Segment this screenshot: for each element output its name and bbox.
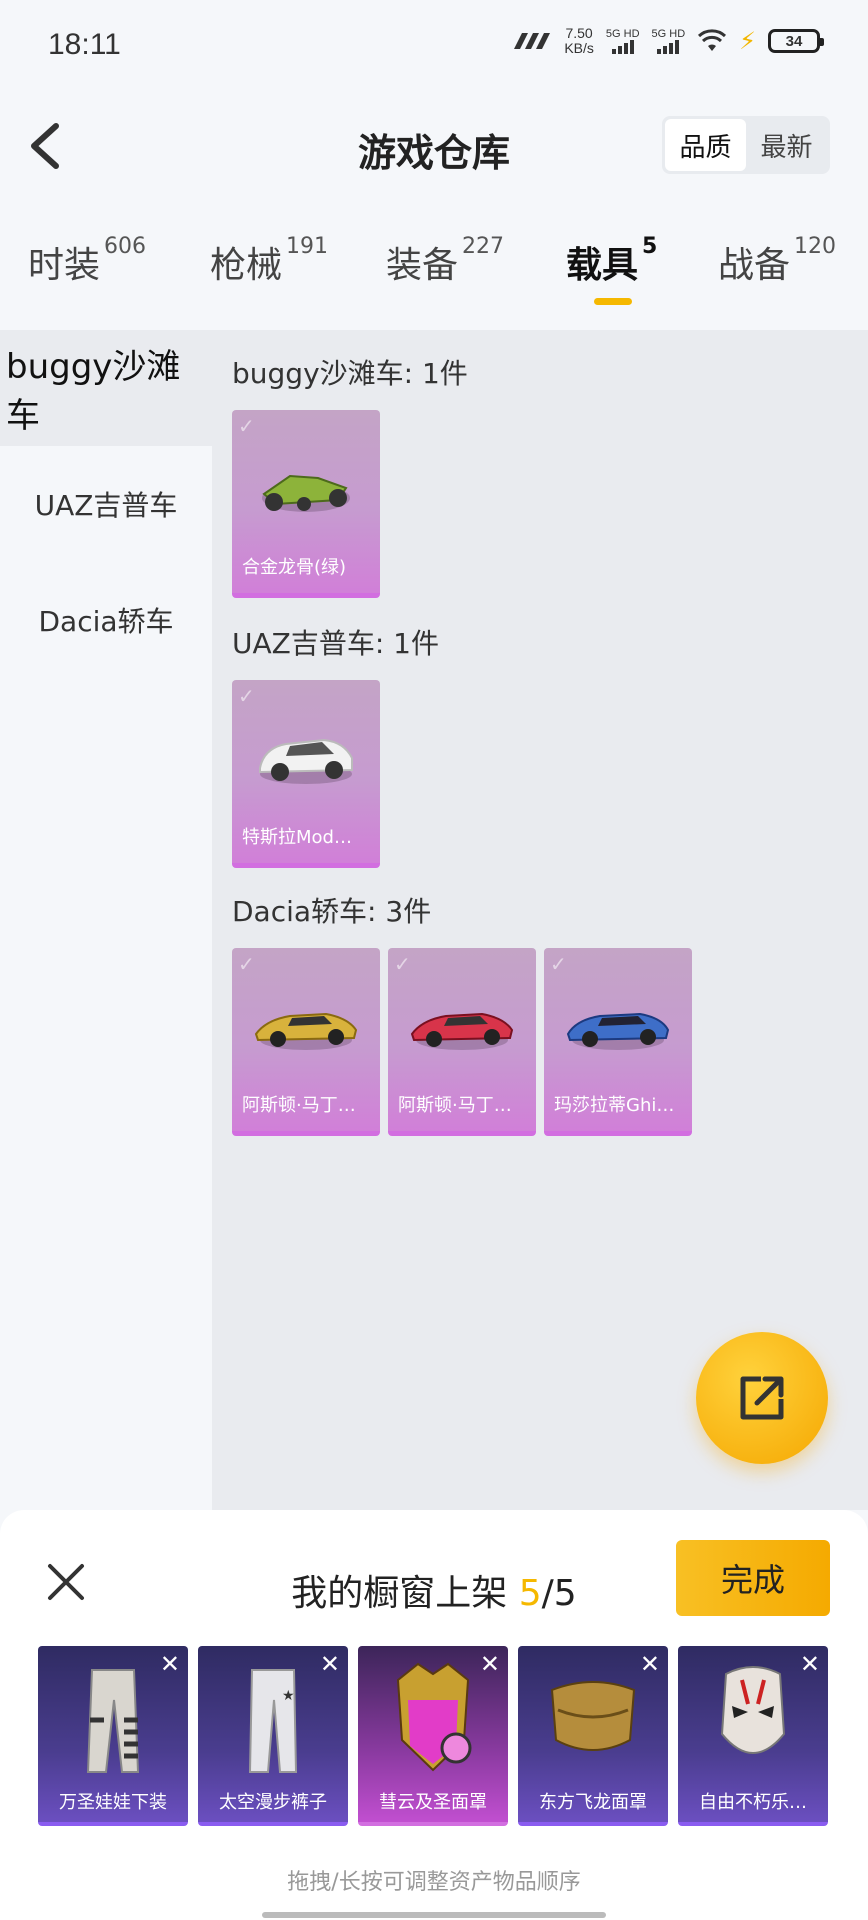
suv-image	[259, 738, 353, 784]
mask-icon	[396, 1662, 472, 1772]
signal-sim2: 5G HD	[651, 28, 686, 54]
sidebar-item-buggy[interactable]: buggy沙滩车	[0, 330, 212, 446]
showcase-item-name: 太空漫步裤子	[219, 1792, 327, 1813]
status-time: 18:11	[48, 28, 121, 61]
check-icon: ✓	[550, 952, 567, 976]
vehicle-name: 阿斯顿·马丁…	[242, 1095, 356, 1116]
showcase-count-current: 5	[518, 1573, 542, 1614]
showcase-item[interactable]: ✕ 彗云及圣面罩	[358, 1646, 508, 1826]
remove-item-icon[interactable]: ✕	[320, 1650, 340, 1678]
tab-count: 227	[462, 234, 505, 259]
vehicle-card[interactable]: ✓ 阿斯顿·马丁…	[388, 948, 536, 1136]
tab-guns[interactable]: 枪械 191	[210, 234, 329, 288]
vehicle-name: 玛莎拉蒂Ghi…	[554, 1095, 675, 1116]
check-icon: ✓	[394, 952, 411, 976]
sort-option-quality[interactable]: 品质	[665, 119, 746, 171]
signal-bars-icon	[611, 40, 634, 54]
reorder-hint: 拖拽/长按可调整资产物品顺序	[287, 1870, 581, 1895]
done-button[interactable]: 完成	[676, 1540, 830, 1616]
check-icon: ✓	[238, 952, 255, 976]
tab-count: 5	[642, 234, 658, 259]
pants-icon: ★	[248, 1669, 298, 1773]
showcase-item[interactable]: ✕ 万圣娃娃下装	[38, 1646, 188, 1826]
sports-car-image	[410, 1012, 514, 1050]
showcase-count-total: /5	[541, 1573, 577, 1614]
sort-option-newest[interactable]: 最新	[746, 119, 827, 171]
mi-logo-icon	[514, 33, 551, 49]
net-speed-unit: KB/s	[564, 40, 594, 56]
charging-icon: ⚡	[739, 27, 756, 55]
app-header: 游戏仓库 品质 最新	[0, 92, 868, 212]
vehicle-name: 特斯拉Mod…	[242, 827, 352, 848]
check-icon: ✓	[238, 684, 255, 708]
tab-equipment[interactable]: 装备 227	[386, 234, 505, 288]
tab-count: 606	[104, 234, 147, 259]
tab-label: 装备	[386, 245, 459, 286]
showcase-item-name: 彗云及圣面罩	[379, 1792, 487, 1813]
group-title: Dacia轿车: 3件	[232, 895, 432, 928]
svg-text:★: ★	[282, 1688, 295, 1704]
check-icon: ✓	[238, 414, 255, 438]
sim1-label: 5G HD	[605, 28, 640, 40]
sidebar-item-dacia[interactable]: Dacia轿车	[0, 562, 212, 678]
remove-item-icon[interactable]: ✕	[480, 1650, 500, 1678]
tab-fashion[interactable]: 时装 606	[28, 234, 147, 288]
active-tab-indicator	[594, 298, 632, 305]
sidebar-item-uaz[interactable]: UAZ吉普车	[0, 446, 212, 562]
showcase-panel: 我的橱窗上架 5/5 完成 ✕ 万圣娃娃下装 ★ ✕ 太空漫步裤子 ✕ 彗云及圣…	[0, 1510, 868, 1920]
sedan-image	[566, 1012, 670, 1050]
remove-item-icon[interactable]: ✕	[800, 1650, 820, 1678]
remove-item-icon[interactable]: ✕	[160, 1650, 180, 1678]
sports-car-image	[254, 1012, 358, 1050]
net-speed: 7.50 KB/s	[564, 26, 594, 56]
wifi-icon	[698, 29, 727, 51]
tab-label: 时装	[28, 245, 101, 286]
tab-count: 191	[286, 234, 329, 259]
showcase-title-text: 我的橱窗上架	[291, 1573, 508, 1614]
showcase-item-name: 东方飞龙面罩	[539, 1792, 647, 1813]
tab-label: 战备	[718, 245, 791, 286]
vehicle-card[interactable]: ✓ 玛莎拉蒂Ghi…	[544, 948, 692, 1136]
vehicle-name: 阿斯顿·马丁…	[398, 1095, 512, 1116]
tab-battle-gear[interactable]: 战备 120	[718, 234, 837, 288]
showcase-item[interactable]: ✕ 东方飞龙面罩	[518, 1646, 668, 1826]
vehicle-sidebar: buggy沙滩车 UAZ吉普车 Dacia轿车	[0, 330, 212, 1510]
status-bar: 18:11 7.50 KB/s 5G HD 5G HD ⚡ 34	[0, 0, 868, 92]
status-icons: 7.50 KB/s 5G HD 5G HD ⚡ 34	[512, 26, 824, 56]
battery-icon: 34	[768, 29, 824, 53]
tab-vehicles[interactable]: 载具 5	[566, 234, 658, 288]
battery-level: 34	[785, 32, 803, 50]
vehicle-card[interactable]: ✓ 特斯拉Mod…	[232, 680, 380, 868]
sim2-label: 5G HD	[651, 28, 686, 40]
mask-icon	[720, 1666, 786, 1754]
signal-sim1: 5G HD	[606, 28, 640, 54]
vehicle-card[interactable]: ✓ 合金龙骨(绿)	[232, 410, 380, 598]
showcase-item-name: 自由不朽乐…	[699, 1792, 807, 1813]
remove-item-icon[interactable]: ✕	[640, 1650, 660, 1678]
share-button[interactable]	[696, 1332, 828, 1464]
tab-count: 120	[794, 234, 837, 259]
pants-icon	[86, 1669, 140, 1773]
vehicle-card[interactable]: ✓ 阿斯顿·马丁…	[232, 948, 380, 1136]
group-title: UAZ吉普车: 1件	[232, 627, 439, 660]
share-external-icon	[740, 1376, 784, 1420]
showcase-item[interactable]: ★ ✕ 太空漫步裤子	[198, 1646, 348, 1826]
buggy-image	[262, 474, 350, 512]
tab-label: 载具	[566, 245, 639, 286]
tab-label: 枪械	[210, 245, 283, 286]
net-speed-value: 7.50	[565, 25, 593, 41]
showcase-item-name: 万圣娃娃下装	[59, 1792, 167, 1813]
showcase-item[interactable]: ✕ 自由不朽乐…	[678, 1646, 828, 1826]
sort-toggle: 品质 最新	[662, 116, 830, 174]
home-indicator[interactable]	[262, 1912, 606, 1918]
group-title: buggy沙滩车: 1件	[232, 357, 468, 390]
vehicle-name: 合金龙骨(绿)	[242, 557, 347, 578]
category-tabs: 时装 606 枪械 191 装备 227 载具 5 战备 120	[0, 234, 868, 328]
scarf-icon	[550, 1681, 636, 1751]
signal-bars-icon	[657, 40, 680, 54]
